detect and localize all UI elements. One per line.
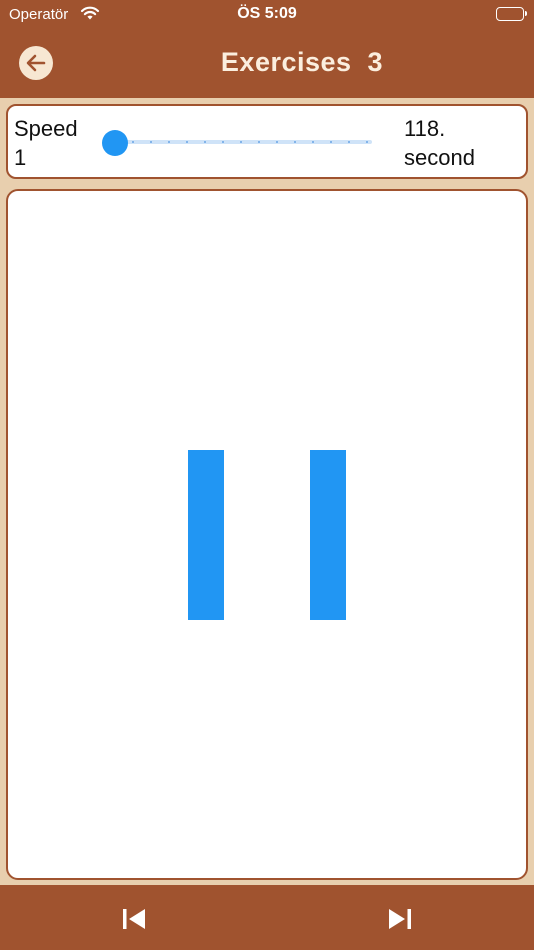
slider-tick bbox=[366, 141, 368, 143]
bottom-bar bbox=[0, 885, 534, 950]
skip-previous-icon bbox=[123, 909, 145, 929]
slider-tick bbox=[240, 141, 242, 143]
speed-panel: Speed 1 118. second bbox=[6, 104, 528, 179]
slider-tick bbox=[204, 141, 206, 143]
speed-label: Speed 1 bbox=[14, 116, 78, 170]
slider-tick bbox=[222, 141, 224, 143]
speed-slider-thumb[interactable] bbox=[102, 130, 128, 156]
slider-tick bbox=[132, 141, 134, 143]
slider-tick bbox=[330, 141, 332, 143]
page-title: Exercises 3 bbox=[220, 47, 384, 77]
exercise-bar-left bbox=[188, 450, 224, 620]
slider-tick bbox=[276, 141, 278, 143]
battery-icon bbox=[496, 7, 527, 21]
exercise-panel bbox=[6, 189, 528, 880]
previous-button[interactable] bbox=[120, 905, 148, 933]
status-time: ÖS 5:09 bbox=[237, 5, 297, 22]
slider-tick bbox=[186, 141, 188, 143]
slider-tick bbox=[348, 141, 350, 143]
seconds-label: 118. second bbox=[404, 116, 475, 170]
slider-tick bbox=[312, 141, 314, 143]
next-button[interactable] bbox=[386, 905, 414, 933]
speed-slider-track[interactable] bbox=[114, 140, 372, 144]
slider-tick bbox=[258, 141, 260, 143]
slider-tick bbox=[150, 141, 152, 143]
slider-tick bbox=[168, 141, 170, 143]
nav-bar: Exercises 3 bbox=[0, 30, 534, 98]
exercise-bar-right bbox=[310, 450, 346, 620]
skip-next-icon bbox=[389, 909, 411, 929]
slider-tick bbox=[294, 141, 296, 143]
status-bar: Operatör ÖS 5:09 bbox=[0, 0, 534, 30]
